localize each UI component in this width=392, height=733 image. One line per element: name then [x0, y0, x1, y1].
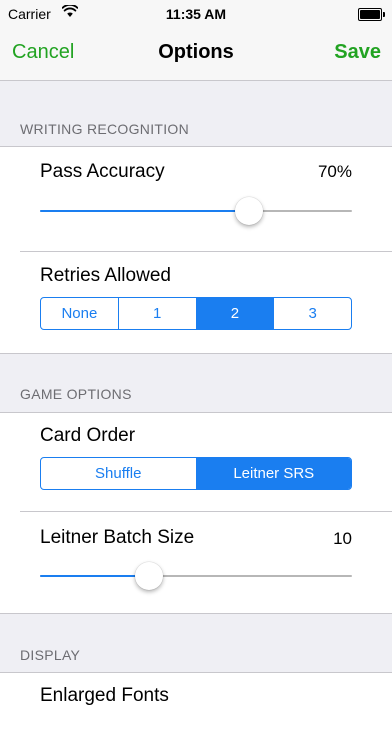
leitner-batch-size-label: Leitner Batch Size: [40, 527, 195, 548]
retries-option-3[interactable]: 3: [273, 298, 351, 329]
card-order-option-1[interactable]: Leitner SRS: [195, 458, 351, 489]
pass-accuracy-slider[interactable]: [40, 197, 352, 225]
save-button[interactable]: Save: [334, 41, 381, 64]
retries-option-1[interactable]: 1: [117, 298, 196, 329]
pass-accuracy-value: 70%: [317, 162, 352, 181]
divider: [20, 511, 392, 512]
leitner-batch-size-value: 10: [333, 529, 352, 548]
leitner-batch-size-slider[interactable]: [40, 562, 352, 590]
section-header-writing-recognition: WRITING RECOGNITION: [20, 121, 190, 137]
navigation-bar: Cancel Options Save: [0, 28, 392, 81]
display-group: Enlarged Fonts: [0, 672, 392, 733]
enlarged-fonts-label: Enlarged Fonts: [40, 685, 169, 706]
section-header-display: DISPLAY: [20, 647, 81, 663]
card-order-label: Card Order: [40, 425, 136, 446]
retries-allowed-label: Retries Allowed: [40, 265, 171, 286]
retries-option-0[interactable]: None: [41, 298, 118, 329]
pass-accuracy-label: Pass Accuracy: [40, 161, 165, 182]
slider-thumb[interactable]: [235, 197, 263, 225]
retries-option-2[interactable]: 2: [195, 298, 274, 329]
section-header-game-options: GAME OPTIONS: [20, 386, 132, 402]
slider-fill: [40, 575, 149, 577]
slider-thumb[interactable]: [135, 562, 163, 590]
page-title: Options: [158, 41, 234, 63]
divider: [20, 251, 392, 252]
status-bar: Carrier 11:35 AM: [0, 0, 392, 28]
battery-icon: [358, 8, 385, 21]
status-time: 11:35 AM: [165, 6, 227, 22]
retries-allowed-segmented-control[interactable]: None 1 2 3: [40, 297, 352, 330]
game-options-group: Card Order Shuffle Leitner SRS Leitner Ba…: [0, 412, 392, 614]
slider-fill: [40, 210, 249, 212]
writing-recognition-group: Pass Accuracy 70% Retries Allowed None 1 2…: [0, 146, 392, 354]
card-order-option-0[interactable]: Shuffle: [41, 458, 196, 489]
card-order-segmented-control[interactable]: Shuffle Leitner SRS: [40, 457, 352, 490]
